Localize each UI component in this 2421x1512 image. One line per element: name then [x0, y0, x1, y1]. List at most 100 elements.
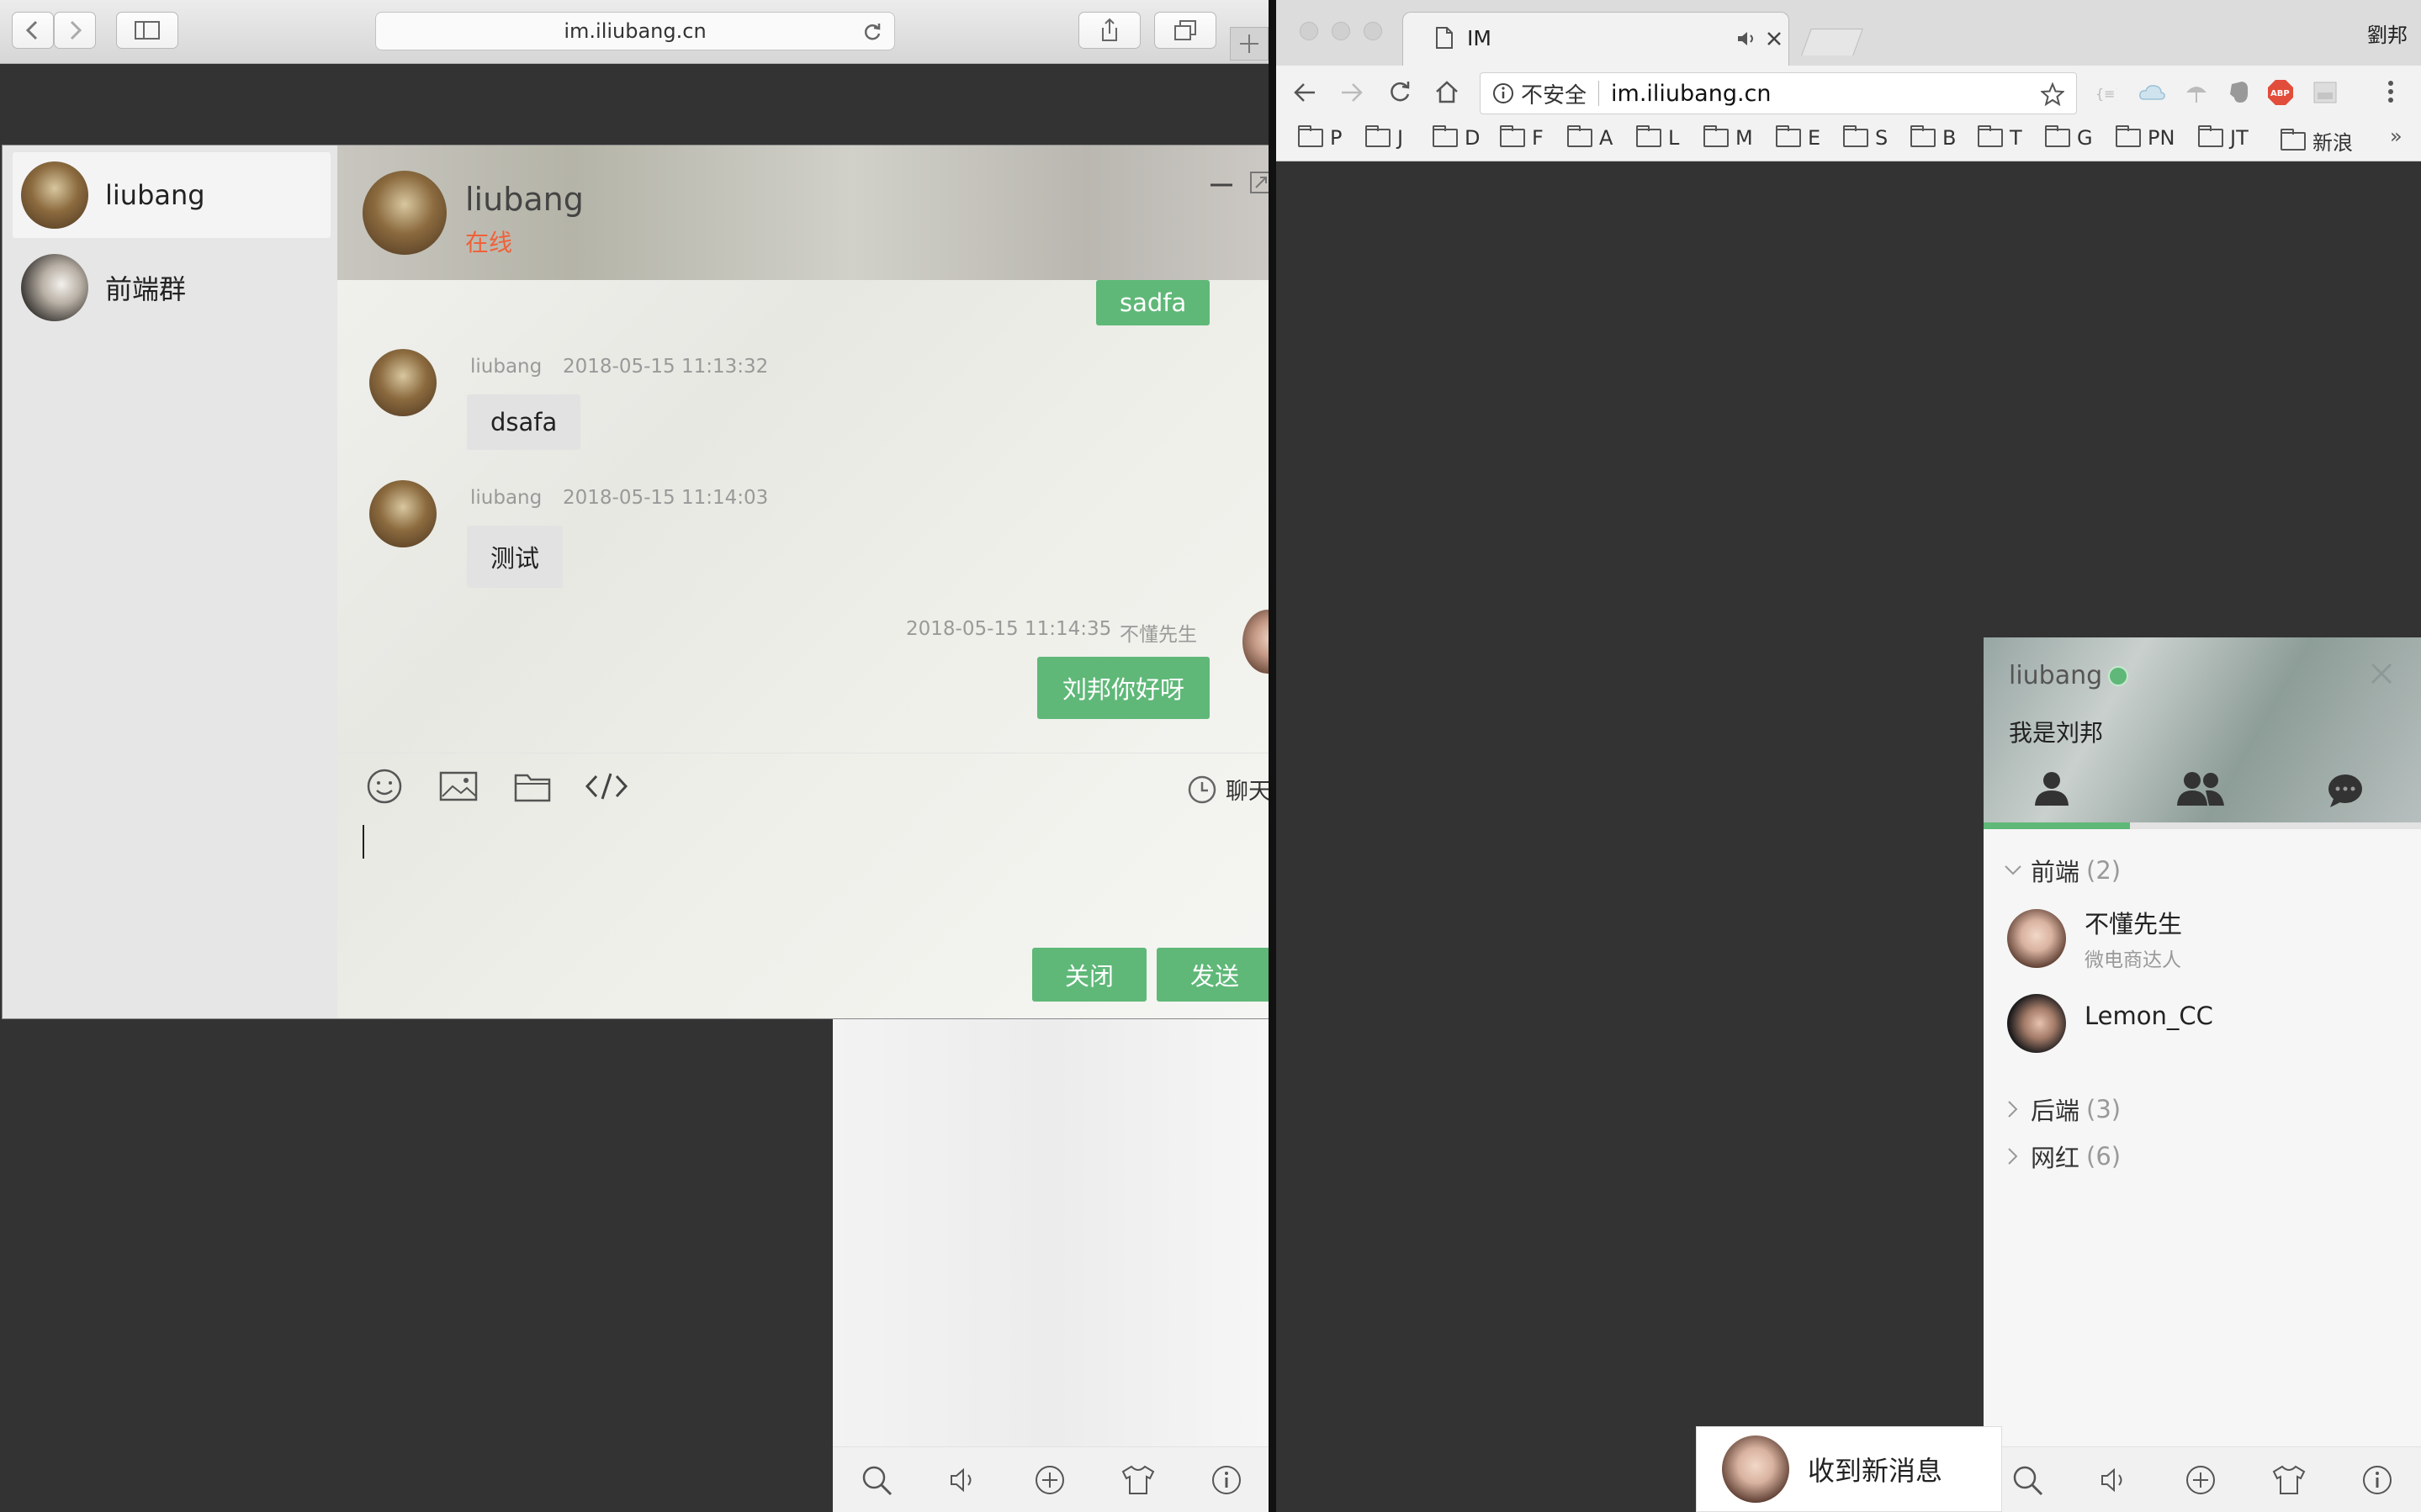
- bookmark-folder[interactable]: A: [1567, 125, 1613, 150]
- plus-icon: [1240, 34, 1258, 53]
- tabs-overview-button[interactable]: [1154, 12, 1216, 49]
- bookmark-label: P: [1330, 126, 1343, 150]
- minimize-icon[interactable]: [1209, 181, 1234, 189]
- online-status-dot[interactable]: [2108, 666, 2128, 686]
- bookmark-folder[interactable]: F: [1500, 125, 1544, 150]
- minimize-window-button[interactable]: [1332, 22, 1350, 40]
- sidebar-button[interactable]: [116, 12, 178, 49]
- page-extension-icon[interactable]: [2312, 81, 2338, 104]
- tab-im[interactable]: IM: [1402, 12, 1789, 66]
- group-name: 前端: [2031, 858, 2080, 886]
- skin-shirt-icon[interactable]: [2270, 1463, 2307, 1497]
- star-icon[interactable]: [2041, 82, 2064, 106]
- profile-name[interactable]: 劉邦: [2367, 19, 2408, 48]
- forward-button[interactable]: [54, 12, 96, 49]
- search-icon[interactable]: [860, 1463, 893, 1497]
- umbrella-extension-icon[interactable]: [2185, 81, 2208, 104]
- skin-shirt-icon[interactable]: [1120, 1463, 1157, 1497]
- chrome-toolbar: 不安全 im.iliubang.cn {≡} ABP: [1276, 66, 2421, 119]
- image-button[interactable]: [437, 764, 480, 808]
- groups-tab-icon[interactable]: [2175, 770, 2226, 806]
- bookmarks-bar: P J D F A L M E S B T G PN JT 新浪 »: [1276, 119, 2421, 161]
- bookmark-folder[interactable]: JT: [2198, 125, 2249, 150]
- speaker-icon[interactable]: [2097, 1463, 2131, 1497]
- split-view-divider[interactable]: [1269, 0, 1276, 1512]
- folder-icon: [1776, 125, 1801, 147]
- friends-tab-icon[interactable]: [2032, 770, 2071, 806]
- bookmark-folder[interactable]: G: [2045, 125, 2093, 150]
- reload-icon[interactable]: [862, 22, 882, 42]
- folder-icon: [1298, 125, 1323, 147]
- menu-icon[interactable]: [2387, 79, 2395, 104]
- zoom-window-button[interactable]: [1364, 22, 1382, 40]
- group-influencers[interactable]: 网红 (6): [2004, 1139, 2121, 1174]
- emoji-button[interactable]: [363, 764, 406, 808]
- reload-icon[interactable]: [1387, 79, 1412, 104]
- more-bookmarks-button[interactable]: »: [2390, 124, 2402, 148]
- add-icon[interactable]: [2184, 1463, 2217, 1497]
- group-frontend[interactable]: 前端 (2): [2004, 853, 2121, 888]
- close-window-button[interactable]: [1300, 22, 1318, 40]
- im-signature[interactable]: 我是刘邦: [2009, 715, 2103, 748]
- adblock-extension-icon[interactable]: ABP: [2267, 79, 2294, 106]
- bookmark-folder[interactable]: T: [1978, 125, 2022, 150]
- smile-icon: [367, 769, 402, 804]
- tab-active-indicator: [1984, 822, 2130, 829]
- clock-icon: [1188, 775, 1216, 803]
- info-icon[interactable]: [2360, 1463, 2394, 1497]
- chevron-down-icon: [2005, 865, 2021, 875]
- bookmark-folder[interactable]: L: [1636, 125, 1679, 150]
- conversation-item-liubang[interactable]: liubang: [13, 152, 331, 238]
- speaker-icon[interactable]: [946, 1463, 980, 1497]
- divider: [1598, 81, 1600, 106]
- close-icon[interactable]: [2369, 661, 2394, 686]
- group-backend[interactable]: 后端 (3): [2004, 1092, 2121, 1127]
- bookmark-folder[interactable]: J: [1365, 125, 1403, 150]
- bookmark-folder[interactable]: D: [1433, 125, 1480, 150]
- back-icon[interactable]: [1293, 81, 1316, 104]
- friend-item[interactable]: 不懂先生 微电商达人: [2007, 905, 2182, 972]
- add-icon[interactable]: [1033, 1463, 1067, 1497]
- cloud-extension-icon[interactable]: [2138, 82, 2166, 103]
- info-icon[interactable]: [1492, 82, 1514, 104]
- bookmark-folder[interactable]: P: [1298, 125, 1343, 150]
- home-icon[interactable]: [1434, 79, 1459, 104]
- bookmark-folder[interactable]: 新浪: [2281, 126, 2353, 156]
- group-count: (2): [2086, 856, 2122, 885]
- friend-item[interactable]: Lemon_CC: [2007, 994, 2213, 1053]
- group-count: (3): [2086, 1095, 2122, 1123]
- folder-icon: [1978, 125, 2003, 147]
- new-tab-button[interactable]: [1801, 29, 1863, 56]
- bookmark-label: E: [1808, 126, 1821, 150]
- close-tab-icon[interactable]: [1767, 31, 1782, 46]
- bookmark-folder[interactable]: E: [1776, 125, 1821, 150]
- json-extension-icon[interactable]: {≡}: [2094, 84, 2117, 103]
- share-button[interactable]: [1078, 12, 1141, 49]
- message-bubble-in: dsafa: [467, 394, 581, 450]
- bookmark-folder[interactable]: M: [1703, 125, 1753, 150]
- im-panel-behind: [833, 1019, 1270, 1512]
- search-icon[interactable]: [2010, 1463, 2044, 1497]
- audio-icon[interactable]: [1736, 29, 1758, 48]
- new-message-notification[interactable]: 收到新消息: [1696, 1426, 2002, 1512]
- info-icon[interactable]: [1210, 1463, 1243, 1497]
- file-button[interactable]: [511, 764, 554, 808]
- evernote-extension-icon[interactable]: [2227, 79, 2250, 106]
- bookmark-folder[interactable]: PN: [2116, 125, 2175, 150]
- code-button[interactable]: [585, 764, 628, 808]
- close-button[interactable]: 关闭: [1032, 948, 1147, 1002]
- send-button[interactable]: 发送: [1157, 948, 1271, 1002]
- chrome-address-bar[interactable]: 不安全 im.iliubang.cn: [1480, 72, 2077, 114]
- safari-address-bar[interactable]: im.iliubang.cn: [375, 12, 895, 50]
- back-button[interactable]: [12, 12, 54, 49]
- tab-title: IM: [1467, 26, 1491, 50]
- bookmark-folder[interactable]: B: [1910, 125, 1956, 150]
- chat-history-tab-icon[interactable]: [2327, 774, 2364, 807]
- bookmark-folder[interactable]: S: [1843, 125, 1888, 150]
- conversation-item-group[interactable]: 前端群: [13, 245, 331, 330]
- chat-history-button[interactable]: 聊天: [1187, 773, 1271, 806]
- new-tab-button[interactable]: [1230, 27, 1269, 61]
- folder-icon: [1433, 125, 1458, 147]
- forward-icon[interactable]: [1340, 81, 1364, 104]
- message-bubble-out: sadfa: [1096, 280, 1210, 325]
